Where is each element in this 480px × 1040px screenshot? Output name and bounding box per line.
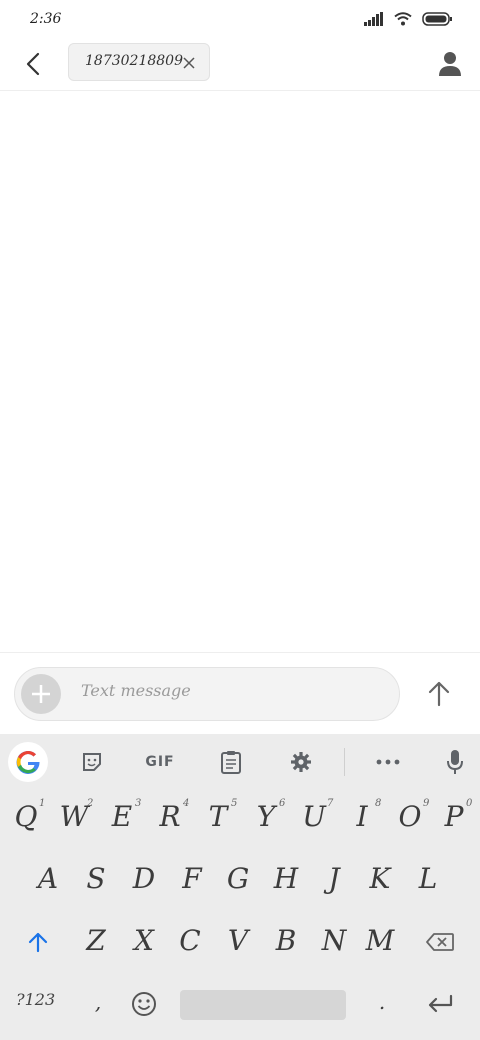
conversation-header: 18730218809	[0, 40, 480, 91]
clipboard-icon	[221, 751, 241, 774]
battery-icon	[422, 12, 452, 26]
message-placeholder: Text message	[81, 681, 191, 700]
key-u[interactable]: U	[292, 788, 336, 844]
status-time: 2:36	[30, 11, 62, 27]
voice-input-button[interactable]	[437, 744, 473, 780]
key-w[interactable]: W	[52, 788, 96, 844]
key-i[interactable]: I	[340, 788, 384, 844]
contact-icon[interactable]	[436, 49, 464, 77]
key-t[interactable]: T	[196, 788, 240, 844]
key-f[interactable]: F	[170, 850, 214, 906]
key-hint: 5	[231, 798, 238, 809]
settings-button[interactable]	[283, 744, 319, 780]
enter-key[interactable]	[418, 976, 462, 1032]
key-e[interactable]: E	[100, 788, 144, 844]
key-z[interactable]: Z	[74, 912, 118, 968]
add-attachment-button[interactable]	[21, 674, 61, 714]
gear-icon	[291, 752, 311, 772]
backspace-key[interactable]	[418, 914, 462, 970]
sticker-button[interactable]	[74, 744, 110, 780]
key-y[interactable]: Y	[244, 788, 288, 844]
comma-key[interactable]: ,	[76, 974, 120, 1030]
space-bar[interactable]	[180, 990, 346, 1020]
more-dots-icon	[376, 759, 400, 765]
key-n[interactable]: N	[312, 912, 356, 968]
send-arrow-icon[interactable]	[422, 677, 456, 711]
key-d[interactable]: D	[122, 850, 166, 906]
key-q[interactable]: Q	[4, 788, 48, 844]
key-hint: 2	[87, 798, 94, 809]
keyboard: G I F Q W E R T Y U I O P 1 2 3 4 5 6 7 8 …	[0, 734, 480, 1040]
status-bar: 2:36	[0, 0, 480, 40]
google-button[interactable]	[8, 742, 48, 782]
keyboard-toolbar: GIF	[0, 734, 480, 790]
key-r[interactable]: R	[148, 788, 192, 844]
key-k[interactable]: K	[358, 850, 402, 906]
wifi-icon	[394, 12, 412, 26]
key-hint: 8	[375, 798, 382, 809]
key-hint: 9	[423, 798, 430, 809]
shift-arrow-icon	[28, 932, 48, 953]
key-j[interactable]: J	[312, 850, 356, 906]
more-options-button[interactable]	[370, 744, 406, 780]
emoji-key[interactable]	[122, 976, 166, 1032]
key-x[interactable]: X	[122, 912, 166, 968]
key-l[interactable]: L	[406, 850, 450, 906]
clipboard-button[interactable]	[213, 744, 249, 780]
enter-arrow-icon	[428, 994, 453, 1013]
sticker-icon	[83, 753, 101, 771]
close-icon[interactable]	[181, 55, 197, 71]
key-hint: 6	[279, 798, 286, 809]
key-o[interactable]: O	[388, 788, 432, 844]
key-g[interactable]: G	[216, 850, 260, 906]
recipient-number: 18730218809	[85, 53, 183, 69]
key-hint: 4	[183, 798, 190, 809]
key-hint: 0	[466, 798, 473, 809]
backspace-icon	[426, 933, 454, 951]
key-hint: 7	[327, 798, 334, 809]
key-hint: 3	[135, 798, 142, 809]
key-v[interactable]: V	[216, 912, 260, 968]
key-p[interactable]: P	[432, 788, 476, 844]
signal-icon	[364, 12, 383, 26]
google-g-icon	[16, 750, 40, 774]
back-arrow-icon[interactable]	[18, 48, 50, 80]
key-h[interactable]: H	[264, 850, 308, 906]
key-hint: 1	[39, 798, 46, 809]
plus-icon	[32, 685, 50, 703]
recipient-chip[interactable]: 18730218809	[68, 43, 210, 81]
emoji-icon	[132, 992, 156, 1016]
gif-label: GIF	[145, 754, 175, 770]
toolbar-divider	[344, 748, 345, 776]
key-a[interactable]: A	[26, 850, 70, 906]
key-s[interactable]: S	[74, 850, 118, 906]
symbols-key[interactable]: ?123	[16, 990, 55, 1009]
shift-key[interactable]	[16, 914, 60, 970]
message-input[interactable]: Text message	[14, 667, 400, 721]
microphone-icon	[447, 750, 463, 774]
message-list	[0, 91, 480, 651]
compose-bar: Text message	[0, 652, 480, 735]
key-b[interactable]: B	[264, 912, 308, 968]
key-m[interactable]: M	[358, 912, 402, 968]
key-c[interactable]: C	[168, 912, 212, 968]
gif-button[interactable]: GIF	[142, 744, 178, 780]
period-key[interactable]: .	[360, 974, 404, 1030]
